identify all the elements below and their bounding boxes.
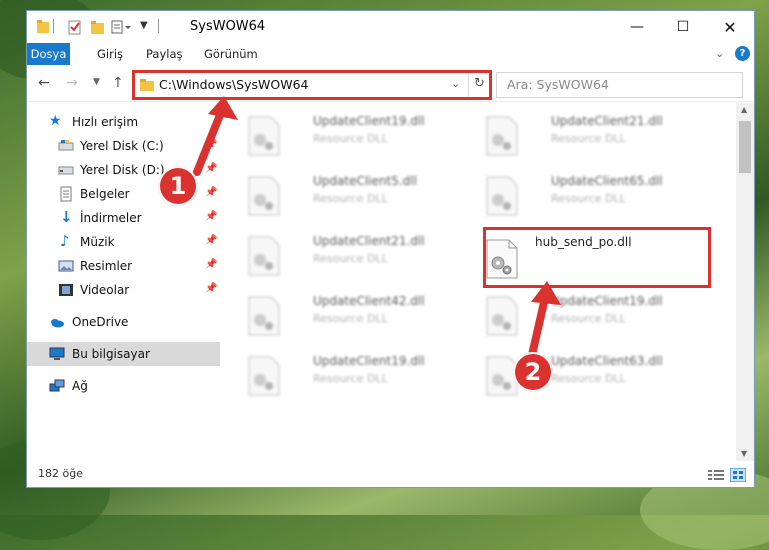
arrow-line-2 — [528, 294, 549, 359]
arrow-head-1 — [208, 96, 238, 120]
annotation-arrows — [193, 96, 561, 359]
arrow-head-2 — [531, 281, 561, 305]
step-badge-2: 2 — [513, 352, 553, 392]
step-badge-1: 1 — [158, 166, 198, 206]
arrow-line-1 — [193, 106, 226, 176]
